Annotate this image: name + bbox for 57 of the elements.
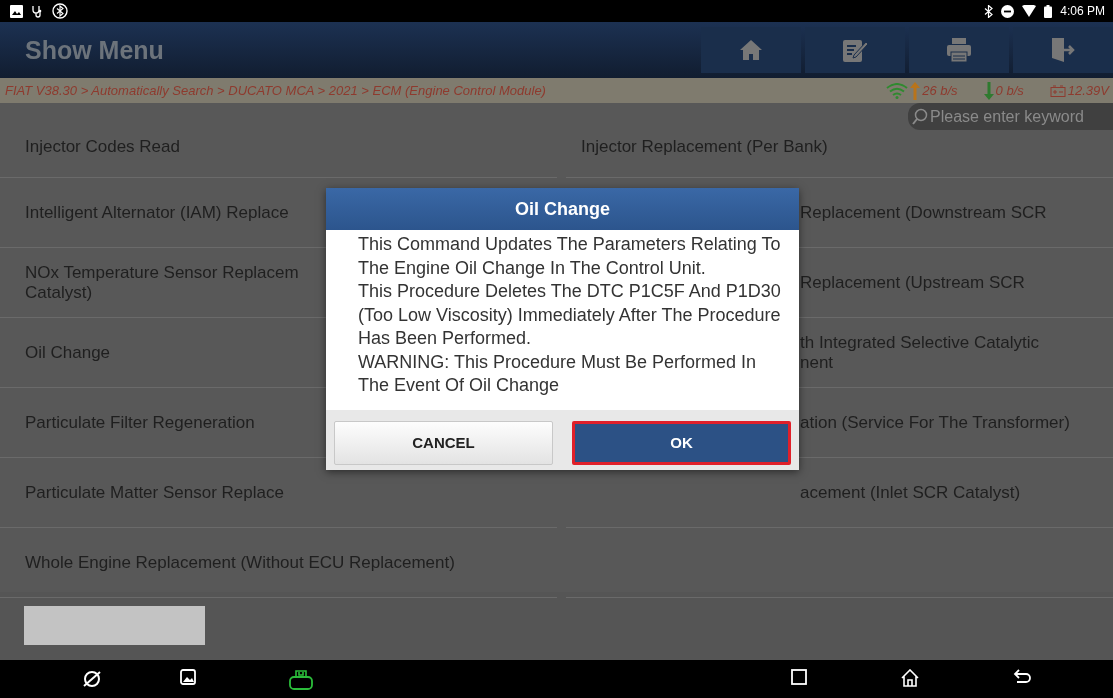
bluetooth-icon xyxy=(52,3,68,19)
recent-apps-button[interactable] xyxy=(791,669,807,685)
menu-item[interactable]: ation (Service For The Transformer) xyxy=(800,412,1070,433)
wifi-icon xyxy=(1022,5,1037,17)
vci-button[interactable] xyxy=(288,669,314,691)
cancel-button[interactable]: CANCEL xyxy=(334,420,553,465)
menu-item[interactable]: Replacement (Downstream SCR xyxy=(800,202,1047,223)
menu-item[interactable]: Particulate Filter Regeneration xyxy=(25,412,255,433)
print-button[interactable] xyxy=(909,27,1009,73)
edit-button[interactable] xyxy=(805,27,905,73)
menu-item[interactable]: acement (Inlet SCR Catalyst) xyxy=(800,482,1021,503)
menu-item[interactable]: Injector Codes Read xyxy=(25,137,180,157)
do-not-disturb-icon xyxy=(1001,4,1015,18)
search-field[interactable]: Please enter keyword xyxy=(908,103,1113,130)
back-button[interactable] xyxy=(1013,669,1031,685)
home-icon xyxy=(901,669,919,687)
menu-item[interactable]: Particulate Matter Sensor Replace xyxy=(25,482,284,503)
home-button[interactable] xyxy=(901,669,919,687)
square-icon xyxy=(791,669,807,685)
menu-item[interactable]: Injector Replacement (Per Bank) xyxy=(581,137,828,157)
battery-voltage: 12.39V xyxy=(1067,83,1109,98)
search-icon xyxy=(912,107,928,126)
menu-item[interactable]: NOx Temperature Sensor Replacem Catalyst) xyxy=(25,262,299,303)
dialog-message: WARNING: This Procedure Must Be Performed In The Event Of Oil Change xyxy=(358,350,758,397)
menu-item[interactable]: th Integrated Selective Catalytic nent xyxy=(800,332,1040,373)
menu-item[interactable]: Oil Change xyxy=(25,342,111,363)
exit-button[interactable] xyxy=(1013,27,1113,73)
image-icon xyxy=(180,669,196,685)
download-rate: 0 b/s xyxy=(995,83,1024,98)
battery-icon xyxy=(1044,4,1053,18)
menu-item[interactable]: Whole Engine Replacement (Without ECU Replacement) xyxy=(25,552,455,573)
dialog-message: This Procedure Deletes The DTC P1C5F And P1D30 (Too Low Viscosity) Immediately After The Procedure Has Been Performed. xyxy=(358,280,782,350)
back-icon xyxy=(1013,669,1031,685)
screen-title: Show Menu xyxy=(24,35,165,65)
planet-icon xyxy=(82,669,102,689)
clock-time: 4:06 PM xyxy=(1060,4,1105,18)
bluetooth-icon xyxy=(984,4,994,18)
home-icon xyxy=(740,40,762,60)
upload-arrow-icon xyxy=(910,81,921,100)
print-icon xyxy=(946,37,972,63)
ok-button[interactable]: OK xyxy=(572,420,791,465)
browser-button[interactable] xyxy=(82,669,102,689)
edit-icon xyxy=(842,37,868,63)
dialog-title: Oil Change xyxy=(326,188,799,230)
wifi-icon xyxy=(886,82,909,99)
menu-item[interactable]: Replacement (Upstream SCR xyxy=(800,272,1025,293)
gallery-button[interactable] xyxy=(180,669,196,685)
connector-icon xyxy=(288,669,314,691)
image-icon xyxy=(10,4,23,18)
menu-item[interactable]: Intelligent Alternator (IAM) Replace xyxy=(25,202,289,223)
stethoscope-icon xyxy=(31,4,44,18)
download-arrow-icon xyxy=(983,81,994,100)
exit-icon xyxy=(1050,37,1076,63)
upload-rate: 26 b/s xyxy=(922,83,958,98)
breadcrumb-path: FIAT V38.30 > Automatically Search > DUCATO MCA > 2021 > ECM (Engine Control Module) xyxy=(5,83,547,98)
dialog-message: This Command Updates The Parameters Relating To The Engine Oil Change In The Control Unit. xyxy=(358,233,782,280)
battery-icon xyxy=(1049,84,1066,97)
